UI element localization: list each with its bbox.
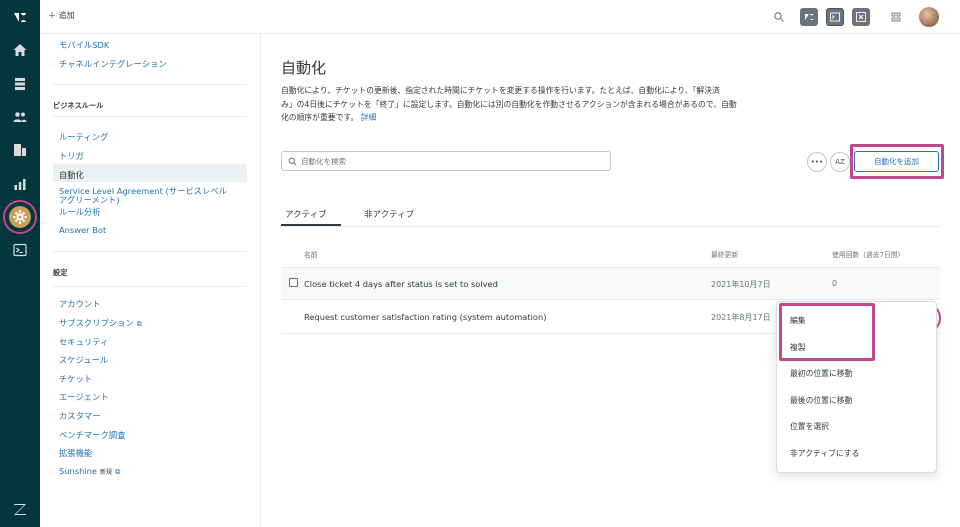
sidebar-item-sunshine[interactable]: Sunshine 新規 ⧉ — [59, 466, 120, 477]
sort-az-button[interactable]: AZ — [830, 152, 850, 172]
user-avatar[interactable] — [919, 7, 939, 27]
search-icon[interactable] — [770, 8, 788, 26]
apps-grid-icon[interactable] — [887, 8, 905, 26]
row-updated: 2021年10月7日 — [711, 280, 771, 289]
sidebar-item-mobile-sdk[interactable]: モバイルSDK — [59, 39, 109, 51]
table-row[interactable]: Close ticket 4 days after status is set … — [281, 267, 940, 300]
description-line3: 化の順序が重要です。 — [281, 113, 359, 122]
sidebar-divider — [53, 116, 247, 117]
row-name[interactable]: Request customer satisfaction rating (sy… — [304, 312, 547, 322]
product-rail — [0, 0, 40, 527]
column-header-name[interactable]: 名前 — [304, 249, 318, 259]
row-checkbox[interactable] — [289, 278, 298, 287]
sidebar-item-routing[interactable]: ルーティング — [59, 131, 108, 143]
sidebar-item-schedules[interactable]: スケジュール — [59, 354, 108, 366]
sidebar-item-sunshine-label: Sunshine — [59, 466, 98, 476]
row-name[interactable]: Close ticket 4 days after status is set … — [304, 279, 498, 289]
add-button[interactable]: ＋ 追加 — [48, 10, 75, 21]
page-description: 自動化により、チケットの更新後、指定された時間にチケットを変更する操作を行います… — [281, 84, 831, 125]
sidebar-heading-settings: 設定 — [53, 268, 68, 277]
tab-active-indicator — [281, 224, 341, 226]
tabs-divider — [281, 226, 940, 227]
sidebar-item-customers[interactable]: カスタマー — [59, 410, 101, 422]
sidebar-divider — [53, 84, 247, 85]
zendesk-logo-icon[interactable] — [8, 5, 32, 29]
sidebar-item-rule-analysis[interactable]: ルール分析 — [59, 206, 101, 218]
terminal-product-icon[interactable] — [826, 8, 844, 26]
sidebar-item-automations[interactable]: 自動化 — [59, 169, 84, 181]
sidebar-item-answer-bot[interactable]: Answer Bot — [59, 225, 106, 235]
sidebar-item-subscription[interactable]: サブスクリプション ⧉ — [59, 317, 142, 329]
zendesk-z-icon — [8, 497, 32, 521]
sidebar-item-triggers[interactable]: トリガ — [59, 150, 84, 162]
sidebar-item-sla[interactable]: Service Level Agreement (サービスレベル アグリーメント… — [59, 187, 227, 205]
menu-item-deactivate[interactable]: 非アクティブにする — [790, 448, 859, 459]
sidebar-divider — [53, 286, 247, 287]
sidebar-item-sla-line2: アグリーメント) — [59, 195, 120, 205]
new-badge: 新規 — [100, 469, 113, 476]
sidebar-heading-business-rules: ビジネスルール — [53, 101, 104, 110]
search-icon — [288, 157, 297, 166]
sidebar-item-security[interactable]: セキュリティ — [59, 336, 108, 348]
top-bar: ＋ 追加 — [40, 0, 960, 34]
views-icon[interactable] — [8, 72, 32, 96]
external-link-icon: ⧉ — [115, 468, 121, 476]
support-product-icon[interactable] — [800, 8, 818, 26]
details-link[interactable]: 詳細 — [361, 113, 377, 122]
description-line1: 自動化により、チケットの更新後、指定された時間にチケットを変更する操作を行います… — [281, 86, 720, 95]
more-options-button[interactable]: ••• — [807, 152, 827, 172]
reporting-icon[interactable] — [8, 172, 32, 196]
admin-sidebar: モバイルSDK チャネルインテグレーション ビジネスルール ルーティング トリガ… — [40, 34, 261, 527]
menu-item-select-position[interactable]: 位置を選択 — [790, 421, 829, 432]
menu-item-move-first[interactable]: 最初の位置に移動 — [790, 368, 852, 379]
column-header-updated[interactable]: 最終更新 — [711, 249, 738, 259]
add-automation-button[interactable]: 自動化を追加 — [854, 151, 939, 172]
close-product-icon[interactable] — [852, 8, 870, 26]
sidebar-item-account[interactable]: アカウント — [59, 298, 101, 310]
sidebar-item-extensions[interactable]: 拡張機能 — [59, 447, 92, 459]
menu-item-move-last[interactable]: 最後の位置に移動 — [790, 395, 852, 406]
page-title: 自動化 — [281, 59, 327, 77]
sidebar-item-agents[interactable]: エージェント — [59, 391, 109, 403]
sidebar-item-benchmark[interactable]: ベンチマーク調査 — [59, 429, 125, 441]
tab-inactive[interactable]: 非アクティブ — [364, 208, 414, 220]
column-header-usage[interactable]: 使用回数（過去7日間) — [832, 249, 900, 259]
tab-active[interactable]: アクティブ — [285, 208, 327, 220]
row-updated: 2021年8月17日 — [711, 313, 771, 322]
description-line2: み」の4日後にチケットを「終了」に設定します。自動化には別の自動化を作動させるア… — [281, 99, 737, 109]
external-link-icon: ⧉ — [136, 320, 142, 328]
sidebar-item-subscription-label: サブスクリプション — [59, 318, 134, 328]
row-usage: 0 — [832, 279, 838, 288]
settings-gear-icon[interactable] — [8, 205, 32, 229]
sidebar-item-tickets[interactable]: チケット — [59, 373, 92, 385]
search-input[interactable] — [301, 156, 591, 166]
automation-search[interactable] — [281, 151, 611, 171]
organizations-icon[interactable] — [8, 138, 32, 162]
sidebar-item-channel-integrations[interactable]: チャネルインテグレーション — [59, 58, 167, 70]
menu-highlight-box — [779, 303, 875, 361]
home-icon[interactable] — [8, 38, 32, 62]
sidebar-divider — [53, 251, 247, 252]
customers-icon[interactable] — [8, 105, 32, 129]
terminal-app-icon[interactable] — [8, 238, 32, 262]
